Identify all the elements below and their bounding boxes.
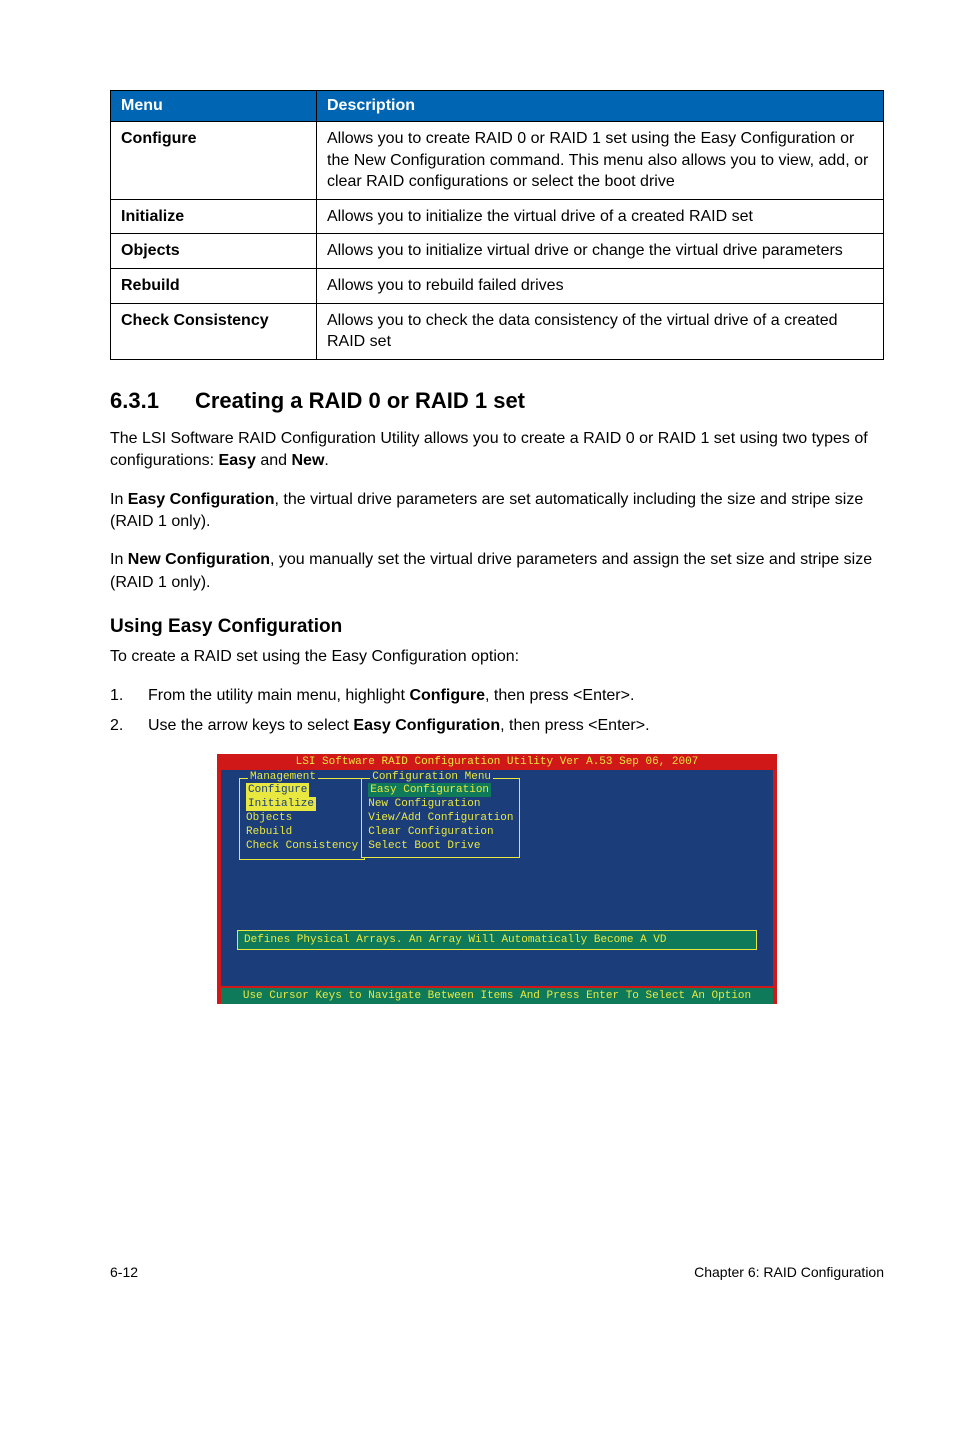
table-cell-menu: Initialize	[111, 199, 317, 234]
paragraph: In New Configuration, you manually set t…	[110, 549, 884, 594]
bold-text: Easy Configuration	[353, 717, 500, 734]
table-row: Rebuild Allows you to rebuild failed dri…	[111, 268, 884, 303]
table-cell-description: Allows you to check the data consistency…	[317, 303, 884, 359]
screenshot-footer-hint: Use Cursor Keys to Navigate Between Item…	[221, 988, 773, 1004]
step-number: 2.	[110, 714, 148, 738]
subsection-heading: Using Easy Configuration	[110, 616, 884, 638]
screenshot-body: Management Configure Initialize Objects …	[221, 770, 773, 986]
text: , then press <Enter>.	[500, 717, 649, 734]
table-cell-description: Allows you to rebuild failed drives	[317, 268, 884, 303]
screenshot-status-box: Defines Physical Arrays. An Array Will A…	[237, 930, 757, 950]
bold-text: Configure	[409, 687, 485, 704]
management-menu-item-objects[interactable]: Objects	[246, 811, 358, 825]
bold-text: Easy	[219, 452, 256, 469]
table-row: Configure Allows you to create RAID 0 or…	[111, 122, 884, 200]
section-heading: 6.3.1 Creating a RAID 0 or RAID 1 set	[110, 388, 884, 414]
table-cell-description: Allows you to initialize virtual drive o…	[317, 234, 884, 269]
bold-text: New	[291, 452, 324, 469]
table-header-menu: Menu	[111, 91, 317, 122]
table-cell-description: Allows you to initialize the virtual dri…	[317, 199, 884, 234]
text: In	[110, 551, 128, 568]
bold-text: Easy Configuration	[128, 491, 275, 508]
configuration-menu-item-select-boot[interactable]: Select Boot Drive	[368, 839, 513, 853]
configuration-menu-item-new[interactable]: New Configuration	[368, 797, 513, 811]
text: , then press <Enter>.	[485, 687, 634, 704]
management-menu-box: Management Configure Initialize Objects …	[239, 778, 365, 860]
text: In	[110, 491, 128, 508]
step-text: Use the arrow keys to select Easy Config…	[148, 714, 650, 738]
table-cell-menu: Rebuild	[111, 268, 317, 303]
text: Use the arrow keys to select	[148, 717, 353, 734]
menu-description-table: Menu Description Configure Allows you to…	[110, 90, 884, 360]
text: and	[256, 452, 292, 469]
text: .	[324, 452, 328, 469]
section-title: Creating a RAID 0 or RAID 1 set	[195, 388, 525, 413]
bold-text: New Configuration	[128, 551, 270, 568]
step-text: From the utility main menu, highlight Co…	[148, 684, 634, 708]
steps-list: 1. From the utility main menu, highlight…	[110, 684, 884, 738]
management-menu-title: Management	[248, 771, 318, 783]
table-row: Initialize Allows you to initialize the …	[111, 199, 884, 234]
table-row: Objects Allows you to initialize virtual…	[111, 234, 884, 269]
utility-screenshot: LSI Software RAID Configuration Utility …	[217, 754, 777, 1004]
page-number: 6-12	[110, 1264, 138, 1280]
configuration-menu-item-view-add[interactable]: View/Add Configuration	[368, 811, 513, 825]
text: From the utility main menu, highlight	[148, 687, 409, 704]
table-cell-menu: Objects	[111, 234, 317, 269]
table-header-description: Description	[317, 91, 884, 122]
list-item: 2. Use the arrow keys to select Easy Con…	[110, 714, 884, 738]
table-cell-menu: Configure	[111, 122, 317, 200]
page-footer: 6-12 Chapter 6: RAID Configuration	[110, 1264, 884, 1280]
screenshot-title: LSI Software RAID Configuration Utility …	[217, 754, 777, 770]
paragraph: The LSI Software RAID Configuration Util…	[110, 428, 884, 473]
table-cell-description: Allows you to create RAID 0 or RAID 1 se…	[317, 122, 884, 200]
management-menu-item-initialize[interactable]: Initialize	[246, 797, 316, 811]
paragraph: In Easy Configuration, the virtual drive…	[110, 489, 884, 534]
list-item: 1. From the utility main menu, highlight…	[110, 684, 884, 708]
configuration-menu-box: Configuration Menu Easy Configuration Ne…	[361, 778, 520, 858]
paragraph: To create a RAID set using the Easy Conf…	[110, 646, 884, 668]
table-row: Check Consistency Allows you to check th…	[111, 303, 884, 359]
table-cell-menu: Check Consistency	[111, 303, 317, 359]
management-menu-item-configure[interactable]: Configure	[246, 783, 309, 797]
section-number: 6.3.1	[110, 388, 159, 414]
management-menu-item-rebuild[interactable]: Rebuild	[246, 825, 358, 839]
management-menu-item-check-consistency[interactable]: Check Consistency	[246, 839, 358, 853]
chapter-label: Chapter 6: RAID Configuration	[694, 1264, 884, 1280]
configuration-menu-item-clear[interactable]: Clear Configuration	[368, 825, 513, 839]
configuration-menu-item-easy[interactable]: Easy Configuration	[368, 783, 491, 797]
step-number: 1.	[110, 684, 148, 708]
configuration-menu-title: Configuration Menu	[370, 771, 493, 783]
